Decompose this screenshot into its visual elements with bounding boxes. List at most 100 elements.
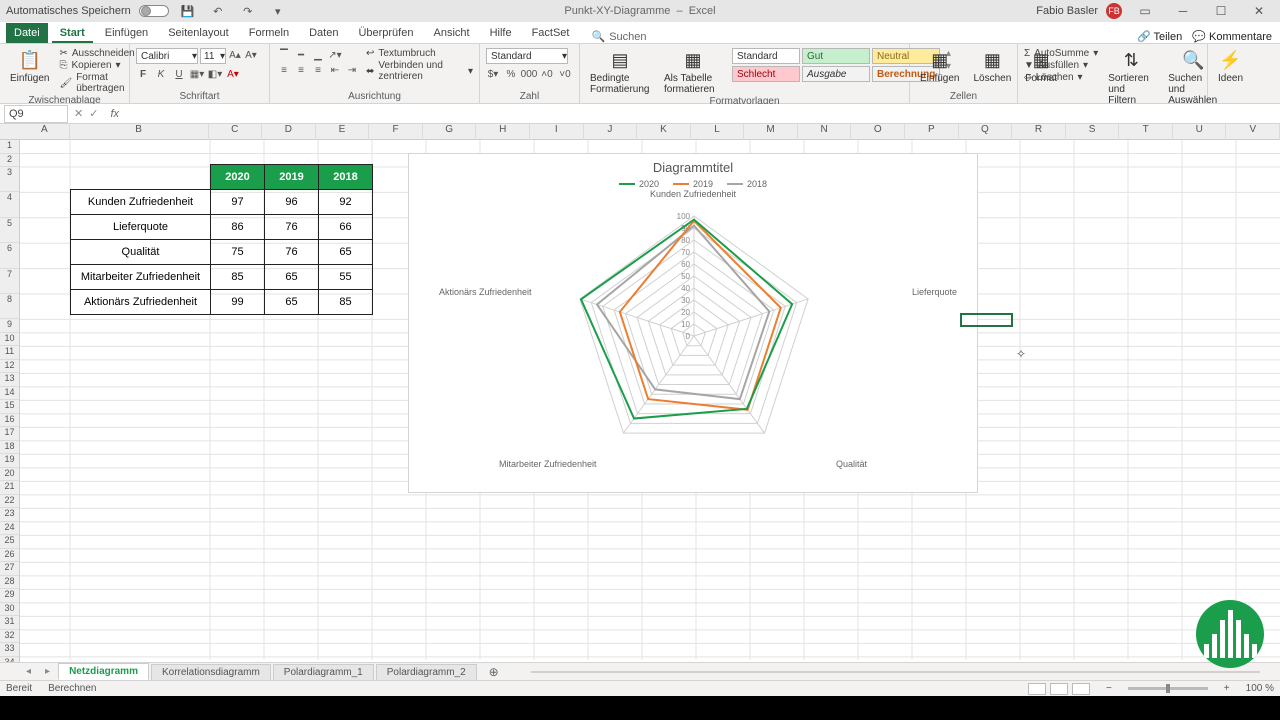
worksheet-grid[interactable]: ABCDEFGHIJKLMNOPQRSTUV 12345678910111213… [0, 124, 1280, 662]
row-header[interactable]: 5 [0, 218, 19, 243]
delete-cells-button[interactable]: ▦Löschen [969, 48, 1015, 84]
autosave-toggle[interactable] [139, 5, 169, 17]
row-header[interactable]: 6 [0, 243, 19, 268]
indent-inc-icon[interactable]: ⇥ [344, 63, 360, 77]
tab-hilfe[interactable]: Hilfe [482, 23, 520, 43]
autosum-button[interactable]: Σ AutoSumme ▾ [1024, 48, 1098, 59]
font-color-button[interactable]: A▾ [226, 67, 240, 81]
fx-icon[interactable]: fx [104, 108, 119, 120]
view-page-layout-icon[interactable] [1050, 683, 1068, 695]
row-header[interactable]: 31 [0, 616, 19, 630]
sheet-nav-next-icon[interactable]: ▸ [39, 666, 56, 677]
row-header[interactable]: 19 [0, 454, 19, 468]
copy-button[interactable]: ⎘ Kopieren ▾ [59, 60, 134, 71]
column-header[interactable]: B [70, 124, 209, 140]
column-header[interactable]: H [476, 124, 530, 140]
percent-icon[interactable]: % [504, 67, 518, 81]
align-center-icon[interactable]: ≡ [293, 63, 309, 77]
active-cell[interactable] [960, 313, 1013, 327]
row-header[interactable]: 2 [0, 154, 19, 168]
orientation-icon[interactable]: ↗▾ [327, 48, 343, 62]
column-header[interactable]: I [530, 124, 584, 140]
column-header[interactable]: P [905, 124, 959, 140]
bold-button[interactable]: F [136, 67, 150, 81]
paste-button[interactable]: 📋 Einfügen [6, 48, 53, 84]
column-header[interactable]: M [744, 124, 798, 140]
customize-qat-icon[interactable]: ▾ [267, 5, 289, 18]
row-header[interactable]: 18 [0, 441, 19, 455]
row-header[interactable]: 28 [0, 576, 19, 590]
tab-einfuegen[interactable]: Einfügen [97, 23, 156, 43]
save-icon[interactable]: 💾 [177, 5, 199, 18]
merge-center-button[interactable]: ⬌ Verbinden und zentrieren ▾ [366, 60, 473, 82]
align-right-icon[interactable]: ≡ [310, 63, 326, 77]
table-header[interactable]: 2018 [319, 165, 373, 190]
column-header[interactable]: C [209, 124, 263, 140]
row-header[interactable]: 23 [0, 508, 19, 522]
style-schlecht[interactable]: Schlecht [732, 66, 800, 82]
row-header[interactable]: 14 [0, 387, 19, 401]
horizontal-scrollbar[interactable] [531, 667, 1260, 677]
column-header[interactable]: V [1226, 124, 1280, 140]
row-header[interactable]: 20 [0, 468, 19, 482]
column-header[interactable]: G [423, 124, 477, 140]
sheet-tab[interactable]: Netzdiagramm [58, 663, 149, 680]
formula-cancel-icon[interactable]: ✕ [74, 107, 83, 120]
clear-button[interactable]: ◇ Löschen ▾ [1024, 72, 1098, 83]
row-header[interactable]: 3 [0, 167, 19, 192]
zoom-out-icon[interactable]: − [1106, 683, 1112, 694]
row-header[interactable]: 34 [0, 657, 19, 662]
row-header[interactable]: 25 [0, 535, 19, 549]
font-name-combo[interactable]: Calibri▾ [136, 48, 198, 64]
row-header[interactable]: 33 [0, 643, 19, 657]
sheet-tab[interactable]: Polardiagramm_2 [376, 664, 477, 680]
row-header[interactable]: 27 [0, 562, 19, 576]
underline-button[interactable]: U [172, 67, 186, 81]
view-page-break-icon[interactable] [1072, 683, 1090, 695]
zoom-in-icon[interactable]: + [1224, 683, 1230, 694]
format-painter-button[interactable]: 🖌 Format übertragen [59, 72, 134, 94]
comments-button[interactable]: 💬 Kommentare [1192, 30, 1272, 43]
row-header[interactable]: 17 [0, 427, 19, 441]
ribbon-options-icon[interactable]: ▭ [1130, 4, 1160, 18]
redo-icon[interactable]: ↷ [237, 5, 259, 18]
format-as-table-button[interactable]: ▦ Als Tabelle formatieren [660, 48, 726, 95]
column-header[interactable]: E [316, 124, 370, 140]
align-left-icon[interactable]: ≡ [276, 63, 292, 77]
column-header[interactable]: F [369, 124, 423, 140]
currency-icon[interactable]: $▾ [486, 67, 500, 81]
minimize-icon[interactable]: ─ [1168, 4, 1198, 18]
table-header[interactable]: 2019 [265, 165, 319, 190]
row-header[interactable]: 9 [0, 319, 19, 333]
zoom-level[interactable]: 100 % [1246, 683, 1274, 694]
row-header[interactable]: 16 [0, 414, 19, 428]
radar-chart[interactable]: Diagrammtitel 2020 2019 2018 01020304050… [408, 153, 978, 493]
column-header[interactable]: J [584, 124, 638, 140]
wrap-text-button[interactable]: ↩ Textumbruch [366, 48, 473, 59]
undo-icon[interactable]: ↶ [207, 5, 229, 18]
row-header[interactable]: 4 [0, 192, 19, 217]
name-box[interactable]: Q9 [4, 105, 68, 123]
row-header[interactable]: 29 [0, 589, 19, 603]
table-header[interactable]: 2020 [211, 165, 265, 190]
column-header[interactable]: K [637, 124, 691, 140]
tab-formeln[interactable]: Formeln [241, 23, 297, 43]
number-format-combo[interactable]: Standard▾ [486, 48, 568, 64]
row-header[interactable]: 8 [0, 294, 19, 319]
thousands-icon[interactable]: 000 [522, 67, 536, 81]
column-header[interactable]: A [20, 124, 70, 140]
row-header[interactable]: 22 [0, 495, 19, 509]
grow-font-icon[interactable]: A▴ [228, 48, 242, 62]
column-header[interactable]: N [798, 124, 852, 140]
row-header[interactable]: 13 [0, 373, 19, 387]
shrink-font-icon[interactable]: A▾ [244, 48, 258, 62]
sheet-tab[interactable]: Polardiagramm_1 [273, 664, 374, 680]
row-header[interactable]: 7 [0, 269, 19, 294]
row-header[interactable]: 12 [0, 360, 19, 374]
conditional-formatting-button[interactable]: ▤ Bedingte Formatierung [586, 48, 654, 95]
share-button[interactable]: 🔗 Teilen [1137, 30, 1182, 43]
row-header[interactable]: 11 [0, 346, 19, 360]
data-table[interactable]: 2020 2019 2018 Kunden Zufriedenheit97969… [70, 164, 373, 315]
zoom-slider[interactable] [1128, 687, 1208, 690]
align-middle-icon[interactable]: ━ [293, 48, 309, 62]
